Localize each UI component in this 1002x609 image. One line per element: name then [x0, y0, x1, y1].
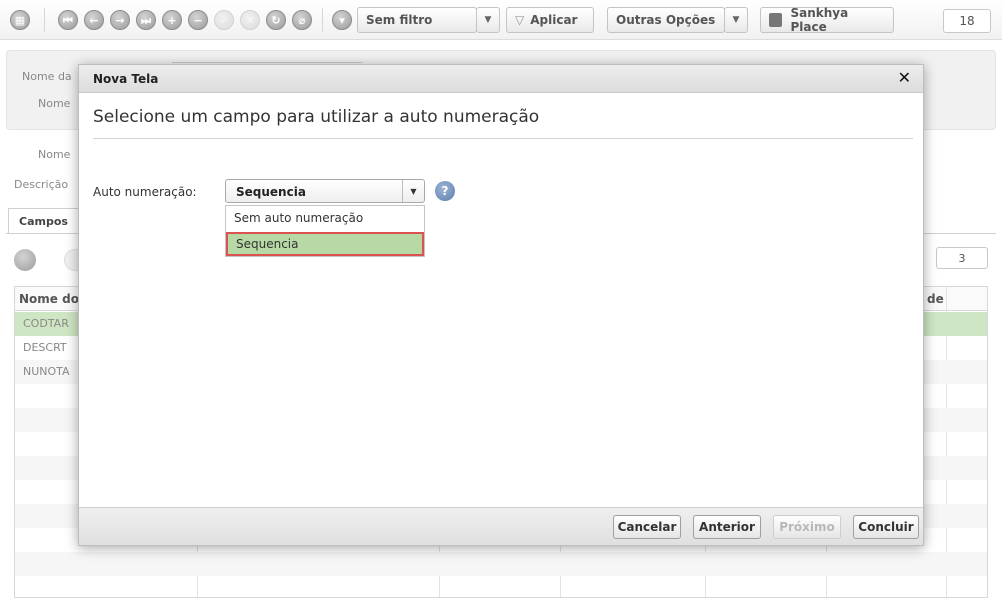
help-icon[interactable]: ? [435, 181, 455, 201]
other-options-button[interactable]: Outras Opções [607, 7, 725, 33]
previous-button[interactable]: Anterior [693, 515, 761, 539]
attach-icon[interactable]: ⌀ [292, 10, 312, 30]
first-record-icon[interactable]: ⏮ [58, 10, 78, 30]
filter-label: Sem filtro [366, 13, 433, 27]
sankhya-place-label: Sankhya Place [790, 6, 849, 34]
toolbar-separator [44, 8, 45, 32]
record-count: 18 [943, 9, 991, 33]
auto-numbering-options: Sem auto numeração Sequencia [225, 205, 425, 257]
grid-header-last[interactable]: de [927, 292, 944, 306]
refresh-icon[interactable]: ↻ [266, 10, 286, 30]
toolbar-separator [322, 8, 323, 32]
dialog-footer: Cancelar Anterior Próximo Concluir [79, 507, 923, 545]
apply-label: Aplicar [530, 13, 578, 27]
new-screen-dialog: Nova Tela ✕ Selecione um campo para util… [78, 64, 924, 546]
previous-record-icon[interactable]: ← [84, 10, 104, 30]
other-options-label: Outras Opções [616, 13, 716, 27]
add-icon[interactable]: + [162, 10, 182, 30]
auto-numbering-label: Auto numeração: [93, 185, 197, 199]
option-sequencia[interactable]: Sequencia [226, 232, 424, 256]
label-nome-2: Nome [38, 148, 71, 161]
dialog-heading: Selecione um campo para utilizar a auto … [93, 107, 540, 127]
auto-numbering-select[interactable]: Sequencia ▼ [225, 179, 425, 203]
other-options-dropdown-button[interactable]: ▼ [724, 7, 748, 33]
label-descricao: Descrição [14, 178, 69, 191]
field-underline [172, 62, 362, 63]
table-cell: NUNOTA [23, 365, 70, 378]
remove-icon[interactable]: − [188, 10, 208, 30]
table-cell: DESCRT [23, 341, 67, 354]
close-icon[interactable]: ✕ [898, 68, 911, 87]
last-record-icon[interactable]: ⏭ [136, 10, 156, 30]
heading-divider [93, 138, 913, 139]
next-button[interactable]: Próximo [773, 515, 841, 539]
confirm-icon[interactable]: ✓ [214, 10, 234, 30]
finish-button[interactable]: Concluir [853, 515, 919, 539]
table-row [15, 552, 987, 576]
tab-campos-label: Campos [19, 215, 68, 228]
label-nome-1: Nome [38, 97, 71, 110]
auto-numbering-value: Sequencia [236, 185, 306, 199]
sankhya-place-button[interactable]: Sankhya Place [760, 6, 894, 34]
grid-menu-icon[interactable]: ▦ [10, 10, 30, 30]
toolbar: ▦ ⏮ ← → ⏭ + − ✓ ✕ ↻ ⌀ ▾ Sem filtro ▼ ▽ A… [0, 0, 1002, 40]
table-cell: CODTAR [23, 317, 69, 330]
option-sem-auto-numeracao[interactable]: Sem auto numeração [226, 206, 424, 230]
filter-dropdown-button[interactable]: ▼ [476, 7, 500, 33]
dialog-header: Nova Tela ✕ [79, 65, 923, 93]
filter-select[interactable]: Sem filtro [357, 7, 477, 33]
store-icon [769, 13, 783, 27]
next-record-icon[interactable]: → [110, 10, 130, 30]
grid-header-name[interactable]: Nome do [19, 292, 79, 306]
cancel-icon[interactable]: ✕ [240, 10, 260, 30]
filter-icon[interactable]: ▾ [332, 10, 352, 30]
grid-record-count: 3 [936, 247, 988, 269]
tab-campos[interactable]: Campos [8, 208, 79, 234]
label-nome-da: Nome da [22, 70, 72, 83]
apply-button[interactable]: ▽ Aplicar [506, 7, 594, 33]
chevron-down-icon[interactable]: ▼ [402, 180, 424, 202]
funnel-icon: ▽ [515, 13, 525, 27]
grid-menu-icon[interactable] [14, 249, 36, 271]
dialog-title: Nova Tela [93, 72, 159, 86]
cancel-button[interactable]: Cancelar [613, 515, 681, 539]
